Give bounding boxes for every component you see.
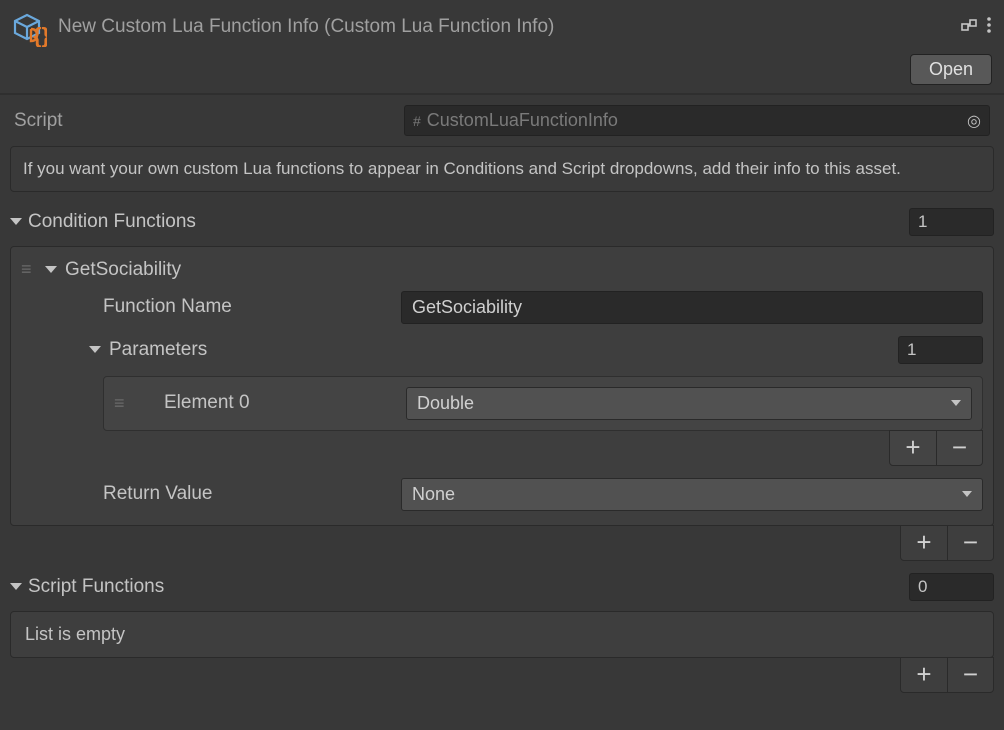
script-functions-add-remove: + − bbox=[0, 657, 1004, 693]
object-picker-icon[interactable]: ◎ bbox=[967, 111, 981, 131]
remove-script-function-button[interactable]: − bbox=[947, 658, 993, 692]
condition-functions-header: Condition Functions 1 bbox=[0, 202, 1004, 242]
script-functions-label: Script Functions bbox=[28, 576, 903, 598]
open-button[interactable]: Open bbox=[910, 54, 992, 85]
drag-handle-icon[interactable]: ≡ bbox=[114, 393, 130, 414]
foldout-icon[interactable] bbox=[10, 581, 22, 593]
dropdown-value: None bbox=[412, 484, 455, 505]
parameters-box: ≡ Element 0 Double bbox=[103, 376, 983, 431]
parameter-element-label: Element 0 bbox=[138, 392, 398, 414]
parameters-size[interactable]: 1 bbox=[898, 336, 983, 364]
script-hash-icon: # bbox=[413, 113, 421, 129]
inspector-content: Script # CustomLuaFunctionInfo ◎ If you … bbox=[0, 95, 1004, 703]
return-value-row: Return Value None bbox=[21, 466, 983, 519]
page-title: New Custom Lua Function Info (Custom Lua… bbox=[58, 16, 950, 38]
foldout-icon[interactable] bbox=[10, 216, 22, 228]
foldout-icon[interactable] bbox=[45, 264, 57, 276]
parameters-header: Parameters 1 bbox=[21, 330, 983, 370]
parameters-label: Parameters bbox=[109, 339, 890, 361]
dropdown-value: Double bbox=[417, 393, 474, 414]
inspector-header: {} New Custom Lua Function Info (Custom … bbox=[0, 0, 1004, 54]
parameter-type-dropdown[interactable]: Double bbox=[406, 387, 972, 420]
add-condition-function-button[interactable]: + bbox=[901, 526, 947, 560]
condition-functions-label: Condition Functions bbox=[28, 211, 903, 233]
script-functions-size[interactable]: 0 bbox=[909, 573, 994, 601]
condition-functions-add-remove: + − bbox=[0, 525, 1004, 561]
script-label: Script bbox=[14, 110, 392, 132]
script-field-row: Script # CustomLuaFunctionInfo ◎ bbox=[0, 95, 1004, 146]
element-title: GetSociability bbox=[65, 259, 181, 281]
script-functions-empty: List is empty bbox=[10, 611, 994, 658]
parameter-row: ≡ Element 0 Double bbox=[114, 387, 972, 420]
remove-condition-function-button[interactable]: − bbox=[947, 526, 993, 560]
function-name-label: Function Name bbox=[103, 296, 393, 318]
info-box: If you want your own custom Lua function… bbox=[10, 146, 994, 192]
svg-text:{}: {} bbox=[33, 23, 47, 47]
scriptable-object-icon: {} bbox=[6, 6, 48, 48]
prefab-override-icon[interactable] bbox=[960, 16, 978, 39]
header-actions bbox=[960, 16, 992, 39]
add-script-function-button[interactable]: + bbox=[901, 658, 947, 692]
return-value-label: Return Value bbox=[103, 483, 393, 505]
return-value-dropdown[interactable]: None bbox=[401, 478, 983, 511]
script-functions-header: Script Functions 0 bbox=[0, 567, 1004, 607]
chevron-down-icon bbox=[951, 400, 961, 406]
condition-functions-box: ≡ GetSociability Function Name GetSociab… bbox=[10, 246, 994, 526]
element-header: ≡ GetSociability bbox=[21, 255, 983, 285]
parameters-add-remove: + − bbox=[21, 430, 983, 466]
function-name-input[interactable]: GetSociability bbox=[401, 291, 983, 324]
chevron-down-icon bbox=[962, 491, 972, 497]
drag-handle-icon[interactable]: ≡ bbox=[21, 259, 37, 280]
foldout-icon[interactable] bbox=[89, 344, 101, 356]
add-parameter-button[interactable]: + bbox=[890, 431, 936, 465]
context-menu-icon[interactable] bbox=[986, 16, 992, 39]
script-value: CustomLuaFunctionInfo bbox=[427, 110, 961, 131]
condition-functions-size[interactable]: 1 bbox=[909, 208, 994, 236]
script-object-field[interactable]: # CustomLuaFunctionInfo ◎ bbox=[404, 105, 990, 136]
open-row: Open bbox=[0, 54, 1004, 93]
remove-parameter-button[interactable]: − bbox=[936, 431, 982, 465]
function-name-row: Function Name GetSociability bbox=[21, 285, 983, 330]
